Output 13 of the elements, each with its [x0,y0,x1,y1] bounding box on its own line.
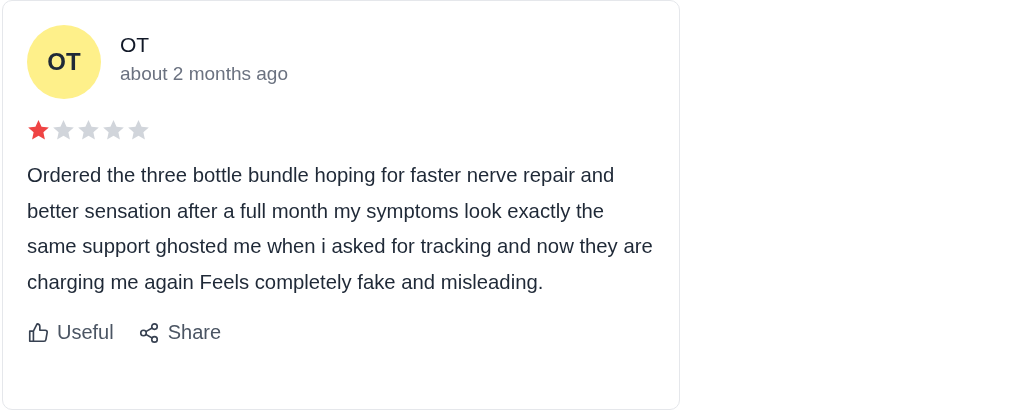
avatar: OT [27,25,101,99]
star-icon [27,119,50,141]
share-icon [137,321,160,344]
share-button[interactable]: Share [137,321,222,344]
star-icon [127,119,150,141]
star-icon [52,119,75,141]
star-icon [102,119,125,141]
useful-button[interactable]: Useful [27,321,114,344]
author-name: OT [120,33,151,57]
review-text: Ordered the three bottle bundle hoping for faster nerve repair and better sensation after a full month my symptoms look exactly the same support ghosted me when i asked for tracking and now they are charging me again Feels completely fake and misleading. [27,163,654,295]
star-icon [77,119,100,141]
thumbs-up-icon [27,321,49,344]
review-time: about 2 months ago [120,63,288,85]
